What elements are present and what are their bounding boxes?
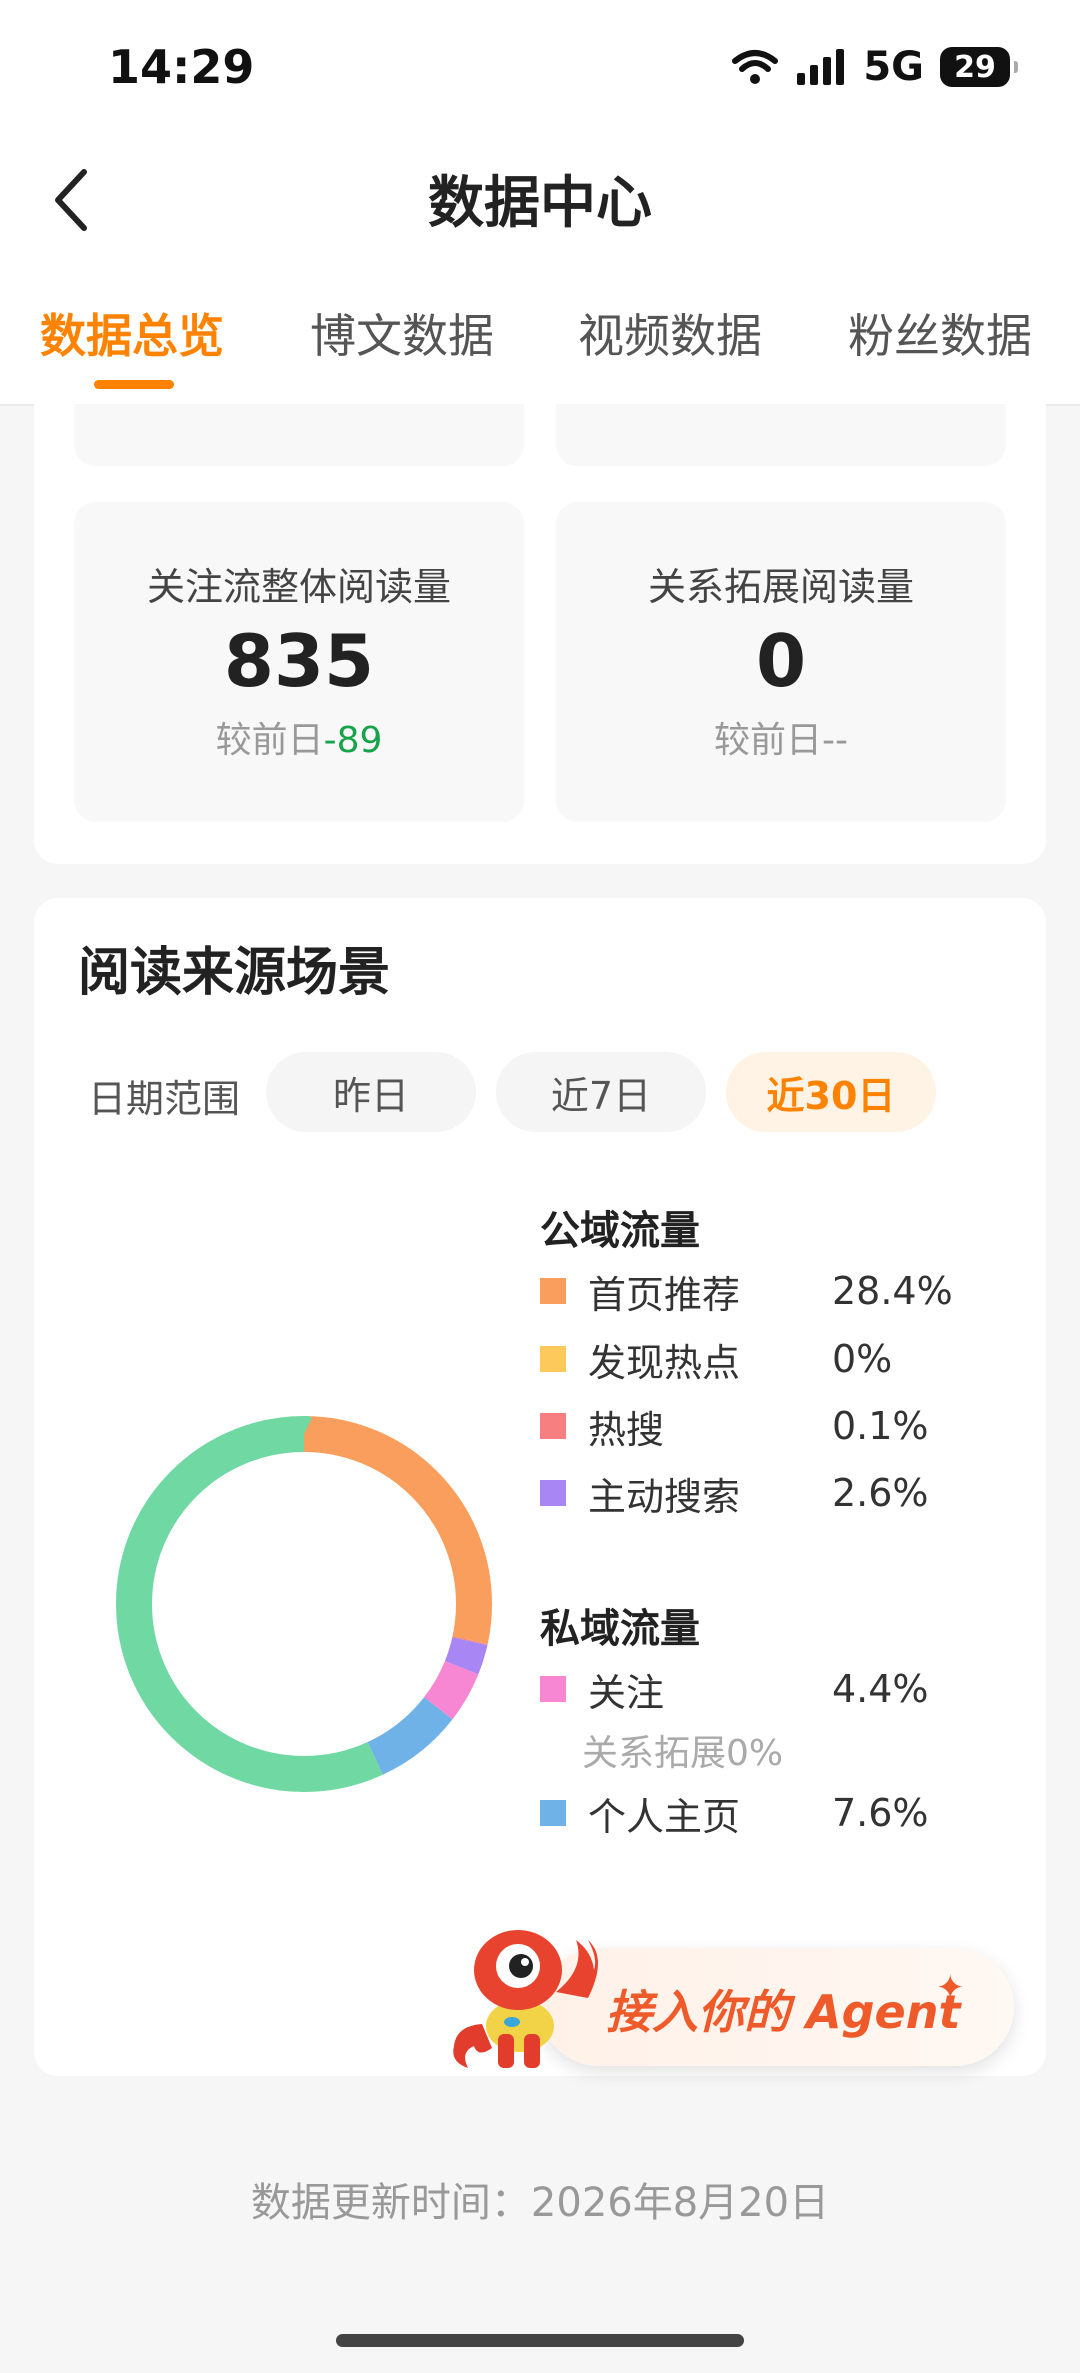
legend-label: 首页推荐 [588,1272,741,1317]
section-title: 阅读来源场景 [78,943,391,1003]
tab-active-indicator [94,380,174,389]
compare-value: -- [822,720,848,761]
tab-fans-data[interactable]: 粉丝数据 [848,300,1032,366]
legend-sub-note: 关系拓展0% [582,1733,784,1774]
stat-label: 关系拓展阅读量 [647,565,914,609]
status-time: 14:29 [108,40,255,94]
legend-value: 28.4% [832,1269,953,1313]
stat-tile-partial [556,404,1006,466]
date-chip-yesterday[interactable]: 昨日 [266,1052,476,1132]
stat-tile-relation-reads: 关系拓展阅读量 0 较前日-- [556,502,1006,822]
legend-item: 发现热点 0% [540,1334,960,1385]
stat-value: 0 [755,619,807,703]
stats-card: 关注流整体阅读量 835 较前日-89 关系拓展阅读量 0 较前日-- [34,404,1046,864]
legend-label: 关注 [588,1670,665,1715]
legend-label: 热搜 [588,1407,665,1452]
stat-tile-partial [74,404,524,466]
legend-swatch [540,1676,566,1702]
legend-swatch [540,1480,566,1506]
page-title: 数据中心 [428,171,652,236]
legend-swatch [540,1800,566,1826]
tab-video-data[interactable]: 视频数据 [578,300,762,366]
signal-icon [797,49,845,85]
legend-item: 主动搜索 2.6% [540,1468,960,1519]
data-update-time: 数据更新时间：2026年8月20日 [250,2180,830,2226]
nav-header: 数据中心 [0,130,1080,270]
sparkle-icon: ✦ [936,1968,965,2008]
network-type: 5G [863,44,924,90]
battery-icon: 29 [940,47,1018,87]
tab-overview[interactable]: 数据总览 [40,300,224,366]
battery-level: 29 [954,49,996,85]
stat-label: 关注流整体阅读量 [146,565,451,609]
legend-swatch [540,1278,566,1304]
compare-prefix: 较前日 [714,720,823,761]
mascot-icon[interactable] [448,1918,608,2082]
legend-label: 个人主页 [588,1794,741,1839]
legend-swatch [540,1413,566,1439]
legend-value: 0% [832,1337,893,1381]
tab-post-data[interactable]: 博文数据 [310,300,494,366]
legend-value: 2.6% [832,1471,929,1515]
stat-compare: 较前日-- [556,711,1006,763]
reading-source-donut-chart [116,1416,492,1792]
stat-compare: 较前日-89 [74,711,524,763]
legend-value: 0.1% [832,1404,929,1448]
status-indicators: 5G 29 [731,44,1018,90]
legend-label: 发现热点 [588,1340,741,1385]
legend-item: 个人主页 7.6% [540,1788,960,1839]
compare-value: -89 [323,720,383,761]
tab-bar: 数据总览 博文数据 视频数据 粉丝数据 [0,270,1080,406]
legend-value: 4.4% [832,1667,929,1711]
status-bar: 14:29 5G 29 [0,0,1080,130]
home-indicator[interactable] [336,2334,744,2347]
legend-item: 热搜 0.1% [540,1401,960,1452]
legend-group-private: 私域流量 [540,1606,700,1652]
legend-value: 7.6% [832,1791,929,1835]
legend-swatch [540,1346,566,1372]
stat-tile-follow-reads: 关注流整体阅读量 835 较前日-89 [74,502,524,822]
compare-prefix: 较前日 [215,720,324,761]
legend-group-public: 公域流量 [540,1208,700,1254]
date-chip-30days[interactable]: 近30日 [726,1052,936,1132]
legend-item: 关注 4.4% [540,1664,960,1715]
legend-item: 首页推荐 28.4% [540,1266,960,1317]
date-chip-7days[interactable]: 近7日 [496,1052,706,1132]
stat-value: 835 [223,619,375,703]
legend-label: 主动搜索 [588,1474,741,1519]
date-range-label: 日期范围 [88,1077,241,1121]
wifi-icon [732,50,779,84]
agent-banner-text[interactable]: 接入你的 Agent [606,1976,960,2042]
